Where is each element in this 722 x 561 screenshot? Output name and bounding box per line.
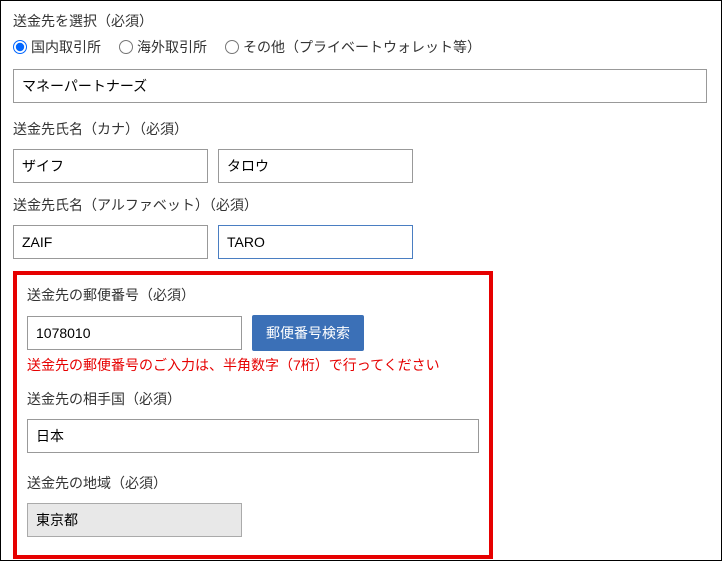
name-alpha-first-input[interactable] [218, 225, 413, 259]
radio-other-label: その他（プライベートウォレット等） [243, 37, 481, 57]
country-section: 送金先の相手国（必須） [27, 389, 479, 467]
exchange-name-input[interactable] [13, 69, 707, 103]
destination-label: 送金先を選択（必須） [13, 11, 709, 31]
country-input[interactable] [27, 419, 479, 453]
postal-section: 送金先の郵便番号（必須） 郵便番号検索 送金先の郵便番号のご入力は、半角数字（7… [27, 285, 479, 375]
name-kana-label: 送金先氏名（カナ）（必須） [13, 119, 709, 139]
postal-input[interactable] [27, 316, 242, 350]
name-alpha-row [13, 225, 709, 259]
name-kana-section: 送金先氏名（カナ）（必須） [13, 119, 709, 183]
name-alpha-last-input[interactable] [13, 225, 208, 259]
name-kana-last-input[interactable] [13, 149, 208, 183]
region-section: 送金先の地域（必須） [27, 473, 479, 537]
name-alpha-section: 送金先氏名（アルファベット）（必須） [13, 195, 709, 259]
destination-radio-row: 国内取引所 海外取引所 その他（プライベートウォレット等） [13, 37, 709, 57]
radio-other[interactable]: その他（プライベートウォレット等） [225, 37, 481, 57]
radio-domestic-label: 国内取引所 [31, 37, 101, 57]
name-kana-row [13, 149, 709, 183]
name-kana-first-input[interactable] [218, 149, 413, 183]
radio-other-input[interactable] [225, 40, 239, 54]
radio-overseas-input[interactable] [119, 40, 133, 54]
name-alpha-label: 送金先氏名（アルファベット）（必須） [13, 195, 709, 215]
radio-domestic[interactable]: 国内取引所 [13, 37, 101, 57]
radio-overseas-label: 海外取引所 [137, 37, 207, 57]
radio-domestic-input[interactable] [13, 40, 27, 54]
highlighted-section: 送金先の郵便番号（必須） 郵便番号検索 送金先の郵便番号のご入力は、半角数字（7… [13, 271, 493, 559]
postal-row: 郵便番号検索 [27, 315, 479, 351]
region-label: 送金先の地域（必須） [27, 473, 479, 493]
form-container: 送金先を選択（必須） 国内取引所 海外取引所 その他（プライベートウォレット等）… [0, 0, 722, 561]
radio-overseas[interactable]: 海外取引所 [119, 37, 207, 57]
region-input[interactable] [27, 503, 242, 537]
postal-error-text: 送金先の郵便番号のご入力は、半角数字（7桁）で行ってください [27, 355, 479, 375]
destination-section: 送金先を選択（必須） 国内取引所 海外取引所 その他（プライベートウォレット等） [13, 11, 709, 103]
postal-search-button[interactable]: 郵便番号検索 [252, 315, 364, 351]
postal-label: 送金先の郵便番号（必須） [27, 285, 479, 305]
country-label: 送金先の相手国（必須） [27, 389, 479, 409]
